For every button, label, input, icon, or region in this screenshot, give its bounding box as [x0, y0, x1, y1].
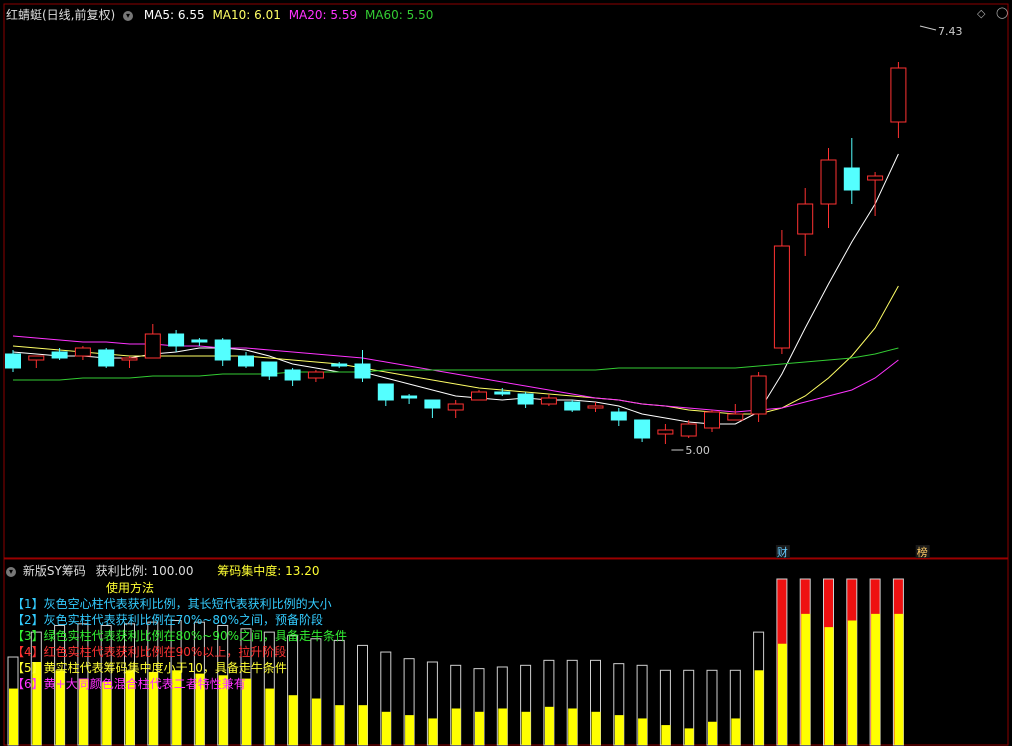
candle-body [377, 383, 394, 401]
candle-body [214, 339, 231, 361]
candle-body [331, 363, 348, 367]
concentration-bar [754, 670, 764, 745]
concentration-bar [381, 711, 391, 745]
concentration-bar [661, 725, 671, 745]
candle-body [401, 395, 418, 399]
candle-body [773, 245, 790, 349]
badge-bang: 榜 [917, 545, 928, 559]
guide-line-4: 【4】红色实柱代表获利比例在90%以上，拉升阶段 [12, 645, 287, 659]
ma60-label: MA60: 5.50 [364, 8, 434, 22]
candle-body [238, 355, 254, 367]
candle-body [843, 167, 860, 191]
candle-body [51, 351, 68, 359]
candle-body [634, 419, 651, 439]
concentration-bar [824, 627, 834, 745]
usage-guide: 使用方法 【1】灰色空心柱代表获利比例，其长短代表获利比例的大小 【2】灰色实柱… [12, 580, 347, 692]
ma10-label: MA10: 6.01 [212, 8, 281, 22]
candle-body [5, 353, 21, 369]
main-header: 红蜻蜓(日线,前复权) ▾ MA5: 6.55 MA10: 6.01 MA20:… [6, 6, 433, 23]
candle-body [471, 391, 487, 401]
concentration-bar [428, 718, 438, 745]
candle-body [540, 397, 557, 405]
candle-body [74, 347, 91, 357]
guide-line-2: 【2】灰色实柱代表获利比例在70%~80%之间，预备阶段 [12, 613, 324, 627]
candle-body [28, 355, 45, 361]
candle-body [680, 423, 697, 437]
concentration-bar [335, 705, 345, 745]
candle-body [307, 371, 324, 379]
high-marker-arrow [919, 25, 937, 31]
concentration-bar [894, 613, 904, 745]
candle-body [447, 403, 464, 411]
badge-cai: 财 [777, 545, 788, 559]
concentration-bar [684, 728, 694, 745]
candle-body [354, 363, 371, 379]
candle-body [867, 175, 884, 181]
concentration-bar [405, 715, 415, 745]
concentration-bar [638, 718, 648, 745]
concentration-bar [801, 613, 811, 745]
ma5-label: MA5: 6.55 [143, 8, 205, 22]
candle-body [797, 203, 814, 235]
main-chart-title: 红蜻蜓(日线,前复权) [6, 8, 116, 22]
candle-body [564, 401, 581, 411]
ma20-label: MA20: 5.59 [288, 8, 358, 22]
concentration-bar [847, 620, 857, 745]
concentration-bar [731, 718, 741, 745]
concentration-bar [451, 708, 461, 745]
candle-body [820, 159, 837, 205]
guide-line-3: 【3】绿色实柱代表获利比例在80%~90%之间，具备走牛条件 [12, 629, 348, 643]
profit-ratio-label: 获利比例: 100.00 [95, 564, 194, 578]
guide-line-6: 【6】黄+大同颜色混合柱代表二者特性兼有 [12, 677, 246, 691]
concentration-bar [358, 705, 368, 745]
concentration-bar [9, 688, 18, 745]
diamond-icon[interactable]: ◇ [977, 7, 985, 20]
guide-title: 使用方法 [106, 581, 155, 595]
main-panel-frame [3, 3, 1009, 559]
candle-body [517, 393, 534, 405]
candle-body [494, 391, 511, 395]
concentration-bar [871, 613, 881, 745]
sub-chart-title: 新版SY筹码 [22, 564, 86, 578]
sub-header: ▾ 新版SY筹码 获利比例: 100.00 筹码集中度: 13.20 [6, 562, 320, 579]
candle-body [587, 405, 604, 409]
concentration-bar [498, 708, 508, 745]
candle-body [750, 375, 767, 415]
high-marker-label: 7.43 [938, 25, 963, 38]
panel-close-icon[interactable]: ◯ [996, 6, 1008, 19]
candle-body [727, 413, 744, 421]
candle-body [890, 67, 907, 123]
candle-body [168, 333, 185, 347]
candle-body [657, 429, 674, 435]
candle-body [610, 411, 627, 421]
candle-body [424, 399, 441, 409]
concentration-bar [777, 643, 787, 745]
guide-line-1: 【1】灰色空心柱代表获利比例，其长短代表获利比例的大小 [12, 597, 332, 611]
candle-body [144, 333, 161, 359]
chevron-down-icon[interactable]: ▾ [123, 10, 134, 21]
chevron-down-icon[interactable]: ▾ [6, 566, 16, 577]
concentration-bar [614, 715, 624, 745]
candle-body [98, 349, 115, 367]
candle-body [261, 361, 278, 377]
candle-body [191, 339, 208, 343]
concentration-bar [708, 721, 717, 745]
guide-line-5: 【5】黄实柱代表筹码集中度小于10，具备走牛条件 [12, 661, 287, 675]
candle-body [704, 411, 720, 429]
low-marker-label: 5.00 [685, 444, 710, 457]
concentration-bar [288, 695, 298, 745]
concentration-bar [475, 711, 484, 745]
candle-body [121, 357, 138, 361]
concentration-bar [265, 688, 275, 745]
concentration-bar [568, 708, 578, 745]
concentration-bar [311, 698, 321, 745]
concentration-bar [591, 711, 601, 745]
candle-body [284, 369, 301, 381]
concentration-bar [544, 706, 554, 745]
concentration-label: 筹码集中度: 13.20 [217, 564, 320, 578]
concentration-bar [521, 711, 531, 745]
